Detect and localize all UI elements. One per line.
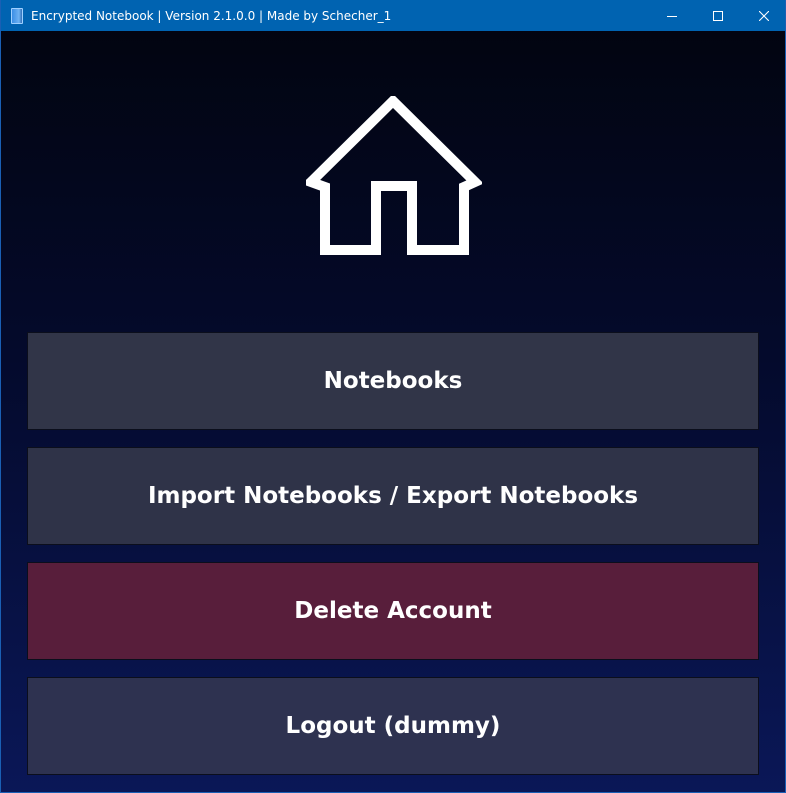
close-button[interactable] — [741, 0, 785, 31]
notebook-app-icon — [11, 7, 23, 24]
import-export-button-label: Import Notebooks / Export Notebooks — [147, 483, 639, 509]
logout-button[interactable]: Logout (dummy) — [27, 677, 759, 775]
notebooks-button[interactable]: Notebooks — [27, 332, 759, 430]
window-controls — [649, 0, 785, 31]
title-bar[interactable]: Encrypted Notebook | Version 2.1.0.0 | M… — [1, 0, 785, 31]
maximize-icon — [713, 10, 723, 21]
minimize-icon — [667, 15, 677, 17]
minimize-button[interactable] — [649, 0, 695, 31]
window-title: Encrypted Notebook | Version 2.1.0.0 | M… — [31, 8, 392, 23]
logout-button-label: Logout (dummy) — [285, 713, 501, 739]
home-icon — [306, 96, 482, 255]
delete-account-button-label: Delete Account — [294, 598, 492, 624]
import-export-notebooks-button[interactable]: Import Notebooks / Export Notebooks — [27, 447, 759, 545]
close-icon — [759, 10, 769, 21]
maximize-button[interactable] — [695, 0, 741, 31]
delete-account-button[interactable]: Delete Account — [27, 562, 759, 660]
app-window: Encrypted Notebook | Version 2.1.0.0 | M… — [0, 0, 786, 793]
notebooks-button-label: Notebooks — [323, 368, 463, 394]
